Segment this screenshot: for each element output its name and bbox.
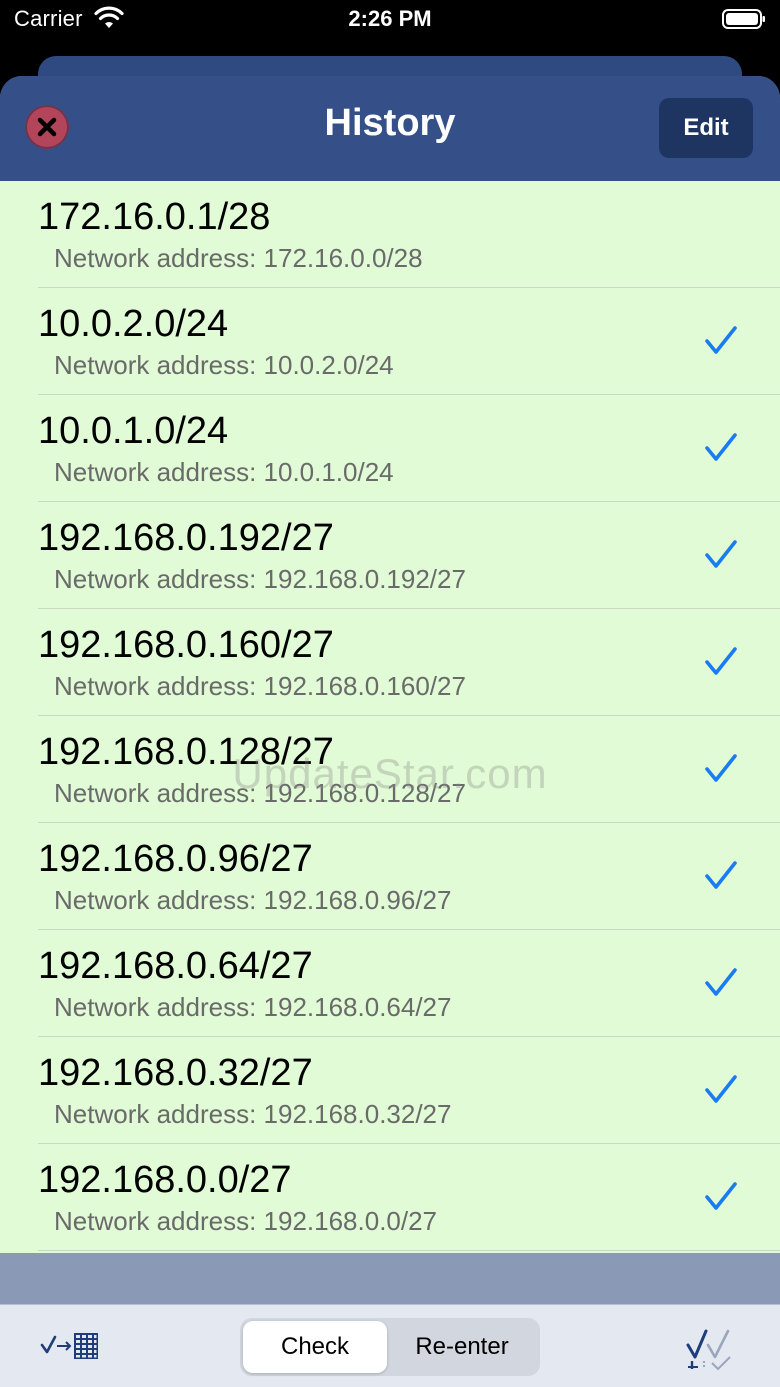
row-subtitle: Network address: 10.0.2.0/24 bbox=[54, 350, 394, 380]
row-subtitle: Network address: 10.0.1.0/24 bbox=[54, 457, 394, 487]
row-subtitle: Network address: 172.16.0.0/28 bbox=[54, 243, 423, 273]
row-title: 192.168.0.96/27 bbox=[38, 838, 313, 880]
checkmark-icon bbox=[705, 861, 737, 889]
history-row[interactable]: 10.0.1.0/24 Network address: 10.0.1.0/24 bbox=[0, 395, 780, 502]
checkmark-icon bbox=[705, 1075, 737, 1103]
multi-check-icon[interactable] bbox=[684, 1327, 736, 1371]
row-subtitle: Network address: 192.168.0.128/27 bbox=[54, 778, 466, 808]
history-row[interactable]: 10.0.2.0/24 Network address: 10.0.2.0/24 bbox=[0, 288, 780, 395]
row-divider bbox=[38, 1250, 780, 1251]
history-row[interactable]: 192.168.0.0/27 Network address: 192.168.0… bbox=[0, 1144, 780, 1251]
row-title: 192.168.0.192/27 bbox=[38, 517, 334, 559]
history-row[interactable]: 192.168.0.192/27 Network address: 192.168… bbox=[0, 502, 780, 609]
checkmark-icon bbox=[705, 326, 737, 354]
history-row[interactable]: 192.168.0.64/27 Network address: 192.168.… bbox=[0, 930, 780, 1037]
row-title: 192.168.0.128/27 bbox=[38, 731, 334, 773]
reenter-segment[interactable]: Re-enter bbox=[390, 1321, 534, 1373]
status-bar: Carrier 2:26 PM bbox=[0, 0, 780, 56]
row-title: 192.168.0.0/27 bbox=[38, 1159, 292, 1201]
row-title: 10.0.2.0/24 bbox=[38, 303, 229, 345]
status-time: 2:26 PM bbox=[348, 6, 432, 31]
checkmark-icon bbox=[705, 433, 737, 461]
history-list: 172.16.0.1/28 Network address: 172.16.0.0… bbox=[0, 181, 780, 1253]
history-row[interactable]: 192.168.0.32/27 Network address: 192.168.… bbox=[0, 1037, 780, 1144]
row-title: 192.168.0.160/27 bbox=[38, 624, 334, 666]
edit-button[interactable]: Edit bbox=[659, 98, 753, 158]
history-row[interactable]: 192.168.0.96/27 Network address: 192.168.… bbox=[0, 823, 780, 930]
row-title: 10.0.1.0/24 bbox=[38, 410, 229, 452]
history-row[interactable]: 192.168.0.160/27 Network address: 192.168… bbox=[0, 609, 780, 716]
navigation-bar: History Edit bbox=[0, 76, 780, 181]
row-subtitle: Network address: 192.168.0.192/27 bbox=[54, 564, 466, 594]
mode-segmented-control: Check Re-enter bbox=[240, 1318, 540, 1376]
check-to-calculator-icon[interactable] bbox=[40, 1329, 100, 1363]
history-row[interactable]: 172.16.0.1/28 Network address: 172.16.0.0… bbox=[0, 181, 780, 288]
history-row[interactable]: 192.168.0.128/27 Network address: 192.168… bbox=[0, 716, 780, 823]
bottom-toolbar: Check Re-enter bbox=[0, 1304, 780, 1387]
row-title: 192.168.0.64/27 bbox=[38, 945, 313, 987]
checkmark-icon bbox=[705, 968, 737, 996]
history-sheet: History Edit 172.16.0.1/28 Network addres… bbox=[0, 76, 780, 1387]
row-title: 172.16.0.1/28 bbox=[38, 196, 271, 238]
row-title: 192.168.0.32/27 bbox=[38, 1052, 313, 1094]
checkmark-icon bbox=[705, 1182, 737, 1210]
row-subtitle: Network address: 192.168.0.160/27 bbox=[54, 671, 466, 701]
row-subtitle: Network address: 192.168.0.64/27 bbox=[54, 992, 452, 1022]
checkmark-icon bbox=[705, 754, 737, 782]
battery-icon bbox=[722, 9, 765, 29]
row-subtitle: Network address: 192.168.0.0/27 bbox=[54, 1206, 438, 1236]
row-subtitle: Network address: 192.168.0.32/27 bbox=[54, 1099, 452, 1129]
check-segment[interactable]: Check bbox=[243, 1321, 387, 1373]
row-subtitle: Network address: 192.168.0.96/27 bbox=[54, 885, 452, 915]
checkmark-icon bbox=[705, 540, 737, 568]
checkmark-icon bbox=[705, 647, 737, 675]
